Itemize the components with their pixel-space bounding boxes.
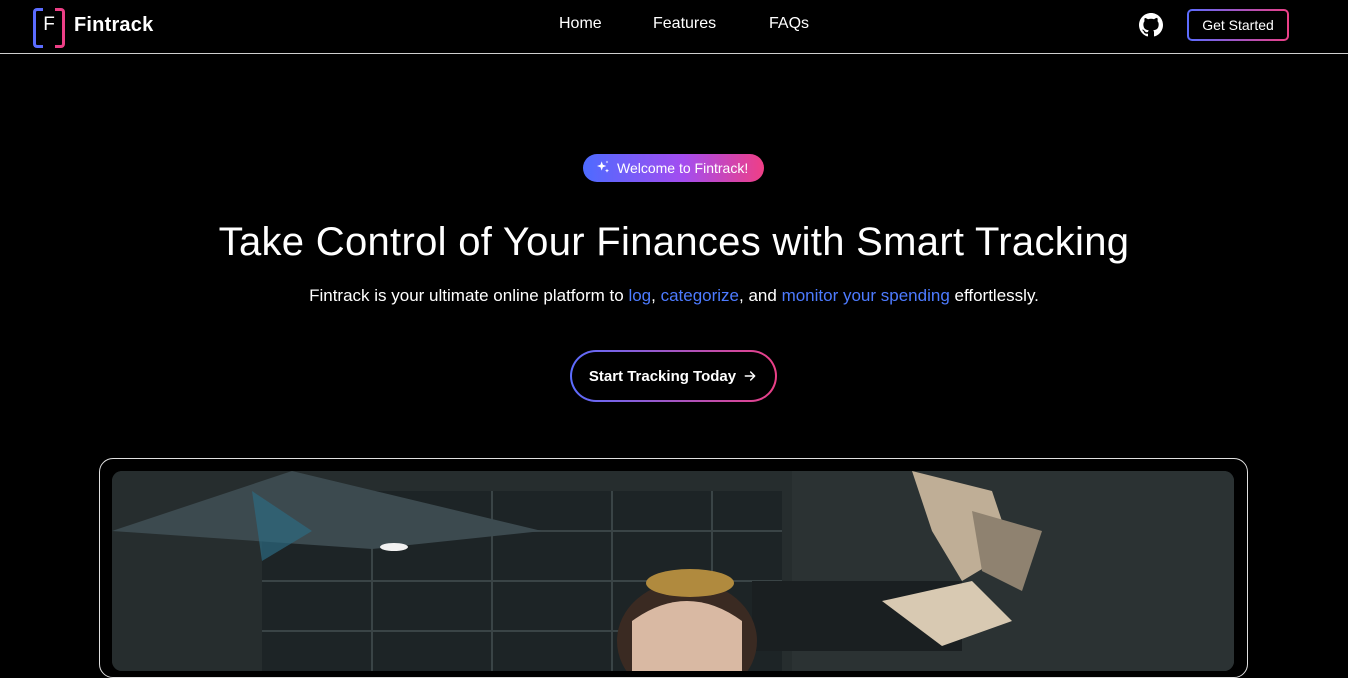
subtitle-highlight-monitor: monitor your spending bbox=[781, 286, 950, 305]
github-icon[interactable] bbox=[1139, 13, 1163, 37]
subtitle-text: Fintrack is your ultimate online platfor… bbox=[309, 286, 629, 305]
subtitle-separator: , bbox=[651, 286, 661, 305]
nav-faqs-link[interactable]: FAQs bbox=[769, 15, 809, 33]
start-tracking-button[interactable]: Start Tracking Today bbox=[570, 350, 777, 402]
nav-home-link[interactable]: Home bbox=[559, 15, 602, 33]
site-header: F Fintrack Home Features FAQs Get Starte… bbox=[0, 0, 1348, 54]
sparkles-icon bbox=[597, 160, 609, 173]
subtitle-separator: , and bbox=[739, 286, 782, 305]
start-tracking-label: Start Tracking Today bbox=[588, 367, 737, 385]
start-tracking-inner: Start Tracking Today bbox=[572, 352, 775, 400]
hero-title: Take Control of Your Finances with Smart… bbox=[218, 220, 1130, 264]
nav-features-link[interactable]: Features bbox=[653, 15, 716, 33]
get-started-button[interactable]: Get Started bbox=[1187, 9, 1289, 41]
subtitle-highlight-log: log bbox=[628, 286, 652, 305]
arrow-right-icon bbox=[744, 371, 756, 381]
welcome-badge: Welcome to Fintrack! bbox=[583, 154, 764, 182]
badge-label: Welcome to Fintrack! bbox=[617, 160, 749, 176]
preview-video[interactable] bbox=[112, 471, 1234, 671]
subtitle-highlight-categorize: categorize bbox=[660, 286, 740, 305]
subtitle-text-end: effortlessly. bbox=[949, 286, 1039, 305]
hero-subtitle: Fintrack is your ultimate online platfor… bbox=[0, 286, 1348, 306]
get-started-label: Get Started bbox=[1189, 11, 1287, 39]
